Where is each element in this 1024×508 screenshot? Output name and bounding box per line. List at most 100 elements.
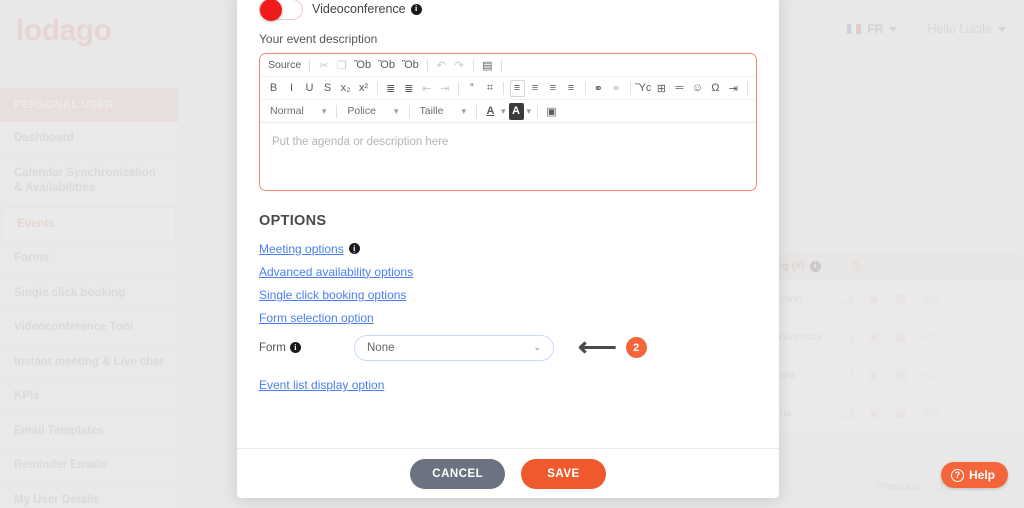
redo-icon: ↷ [454,59,464,72]
embed-code-icon[interactable]: </> [923,330,940,344]
align-justify-icon[interactable]: ≡ [564,80,579,97]
unlink-icon: ⚭ [611,82,621,95]
text-color-icon[interactable]: A [483,103,498,120]
superscript-icon[interactable]: x² [356,80,371,97]
table-icon[interactable]: ⊞ [654,80,669,97]
source-icon[interactable]: Source [266,57,303,74]
sidebar-item-email-templates[interactable]: Email Templates [0,414,178,450]
qr-code-icon[interactable]: ▦ [895,368,906,382]
sort-icon[interactable]: ⇅ [852,260,861,272]
link-meeting-options[interactable]: Meeting options i [249,237,767,260]
paste-word-icon[interactable]: Ὄb [400,57,421,74]
editor-toolbar-row-2: B I U Sx₂ x² ≣ ≣ ⇤ ⇥” ⌗ ≡ ≡ ≡ ≡ ⚭ ⚭ Ὓc ⊞ ═ ☺ Ω ⇥ [260,77,756,100]
image-icon[interactable]: Ὓc [635,80,651,97]
link-label: Form selection option [259,310,374,325]
bulleted-list-icon[interactable]: ≣ [401,80,416,97]
size-dropdown[interactable]: Taille ▾ [416,105,470,117]
sidebar-item-dashboard[interactable]: Dashboard [0,122,178,157]
sidebar-item-single-click-booking[interactable]: Single click booking [0,276,178,312]
sidebar-item-forms[interactable]: Forms [0,242,178,277]
omega-icon[interactable]: Ω [708,80,723,97]
chevron-down-icon: ▾ [526,105,532,116]
font-dropdown[interactable]: Police ▾ [343,105,402,117]
qr-code-icon[interactable]: ▦ [895,406,906,420]
subscript-icon[interactable]: x₂ [338,80,353,97]
eye-icon[interactable]: ◉ [869,292,879,306]
sidebar-item-events[interactable]: Events [2,206,176,243]
underline-icon[interactable]: U [302,80,317,97]
copy-icon[interactable]: ❏ [842,368,853,382]
form-select[interactable]: None ⌄ [354,334,554,361]
link-event-list-display-option[interactable]: Event list display option [249,366,767,397]
rich-text-editor: Source ✂ ❐ Ὄb Ὄb Ὄb ↶ ↷ ▤ B I U Sx₂ x² ≣ ≣ ⇤ ⇥” ⌗ ≡ ≡ ≡ ≡ ⚭ ⚭ Ὓc… [259,53,757,191]
sidebar-item-kpis[interactable]: KPIs [0,380,178,415]
language-selector[interactable]: FR [847,22,898,36]
align-center-icon[interactable]: ≡ [528,80,543,97]
info-icon[interactable]: i [348,243,360,254]
sidebar-item-instant-meeting-live-chat[interactable]: Instant meeting & Live chat [0,345,178,381]
copy-icon[interactable]: ❏ [842,292,853,306]
link-label: Meeting options [259,241,344,256]
paste-text-icon[interactable]: Ὄb [376,57,397,74]
user-menu[interactable]: Hello Lucile [927,22,1006,36]
cancel-button[interactable]: CANCEL [410,458,506,489]
link-form-selection-option[interactable]: Form selection option [249,306,767,329]
eye-icon[interactable]: ◉ [869,330,879,344]
maximize-icon[interactable]: ▣ [544,103,559,120]
background-color-icon[interactable]: A [508,102,524,120]
embed-code-icon[interactable]: </> [923,292,940,306]
sidebar-item-my-user-details[interactable]: My User Details [0,483,178,508]
templates-icon[interactable]: ▤ [480,57,495,74]
blockquote-icon[interactable]: ” [464,80,479,97]
bold-icon[interactable]: B [266,80,281,97]
link-label: Event list display option [259,378,385,392]
row-actions: ❏ ◉ ▦ </> [842,368,940,382]
info-icon[interactable]: i [410,3,422,15]
link-icon[interactable]: ⚭ [591,80,606,97]
copy-icon[interactable]: ❏ [842,330,853,344]
copy-icon[interactable]: ❏ [842,406,853,420]
background-events-table: ng (#) i ⇅ uction ❏ ◉ ▦ </> onivanusa ❏ ◉ ▦ </> pa… [770,252,1024,432]
embed-code-icon[interactable]: </> [923,406,940,420]
videoconference-toggle[interactable] [259,0,303,21]
form-select-value: None [367,341,395,354]
qr-code-icon[interactable]: ▦ [895,330,906,344]
help-button[interactable]: ? Help [940,462,1008,488]
modal-footer: CANCEL SAVE [237,448,779,498]
toggle-knob [260,0,282,21]
qr-code-icon[interactable]: ▦ [895,292,906,306]
link-advanced-availability-options[interactable]: Advanced availability options [249,260,767,283]
editor-content-area[interactable]: Put the agenda or description here [260,123,756,161]
sidebar-item-reminder-emails[interactable]: Reminder Emails [0,449,178,484]
eye-icon[interactable]: ◉ [869,368,879,382]
chevron-down-icon: ▾ [500,105,506,116]
link-single-click-booking-options[interactable]: Single click booking options [249,283,767,306]
table-cell-name: uction [774,292,803,305]
annotation-badge: 2 [625,337,647,358]
pagination-previous[interactable]: Previous [868,478,927,496]
videoconference-label: Videoconference [312,2,406,16]
divider [336,104,338,118]
sidebar-item-videoconference-tool[interactable]: Videoconference Tool [0,311,178,346]
strikethrough-icon[interactable]: S [320,80,335,97]
align-right-icon[interactable]: ≡ [546,80,561,97]
align-left-icon[interactable]: ≡ [509,79,525,97]
sidebar-section-title: PERSONAL USER [0,88,178,122]
sidebar-item-calendar-synchronization-availabilities[interactable]: Calendar Synchronization & Availabilitie… [0,156,178,207]
user-greeting: Hello Lucile [927,22,992,36]
page-break-icon[interactable]: ⇥ [726,80,741,97]
numbered-list-icon[interactable]: ≣ [383,80,398,97]
info-icon[interactable]: i [289,342,301,353]
horizontal-rule-icon[interactable]: ═ [672,80,687,97]
paste-icon[interactable]: Ὄb [352,57,373,74]
italic-icon[interactable]: I [284,80,299,97]
form-field-label: Form [259,341,286,354]
eye-icon[interactable]: ◉ [869,406,879,420]
paragraph-format-dropdown[interactable]: Normal ▾ [266,105,330,117]
divider [500,58,502,72]
smiley-icon[interactable]: ☺ [690,80,705,97]
div-container-icon[interactable]: ⌗ [482,80,497,97]
embed-code-icon[interactable]: </> [923,368,940,382]
save-button[interactable]: SAVE [521,458,606,489]
chevron-down-icon: ▾ [393,105,399,116]
